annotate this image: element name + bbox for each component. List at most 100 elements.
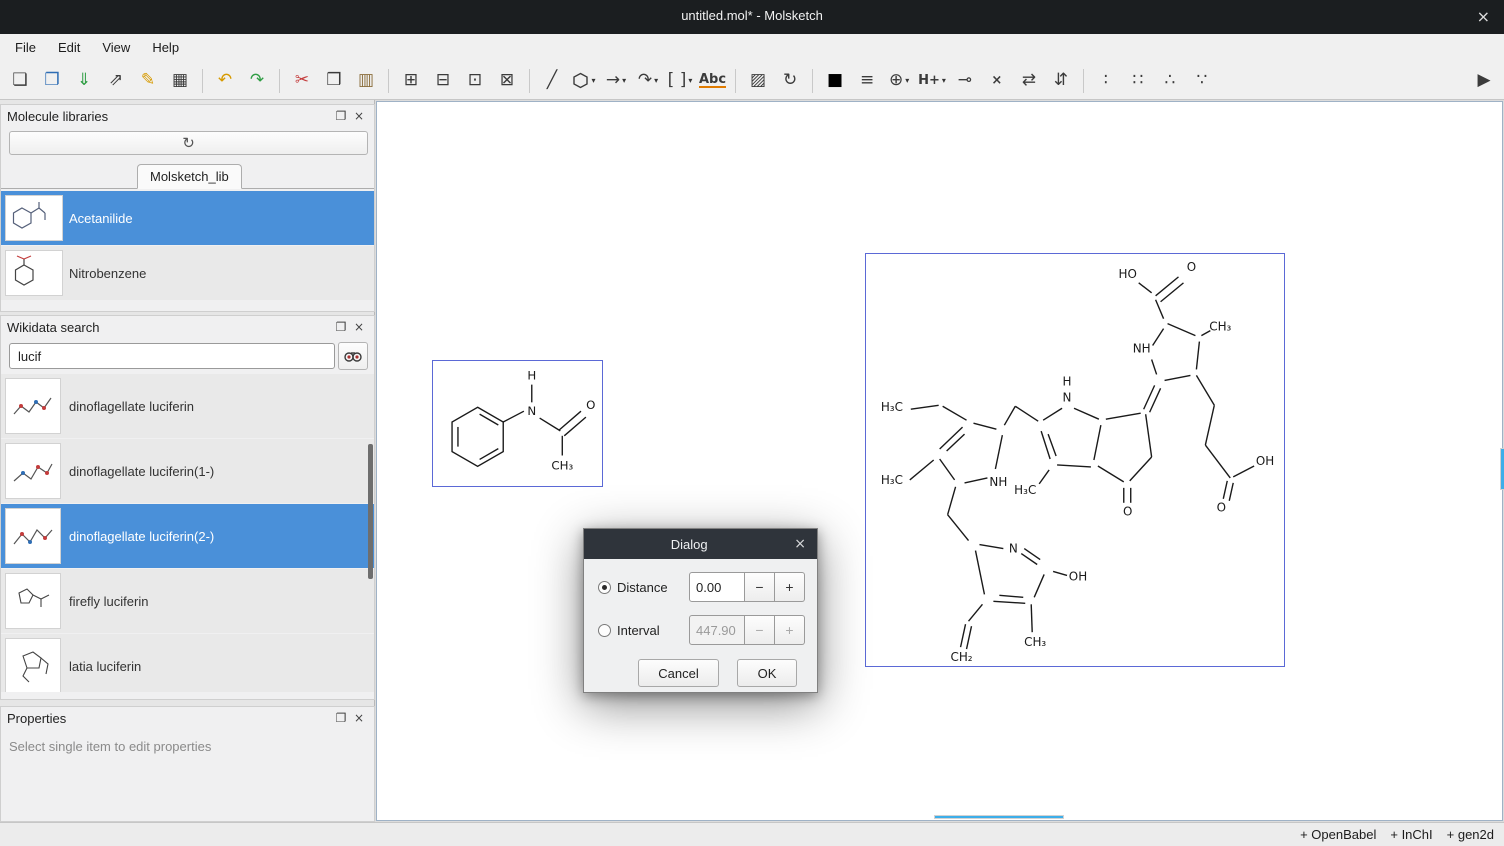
ok-button[interactable]: OK xyxy=(737,659,797,687)
window-title: untitled.mol* - Molsketch xyxy=(0,8,1504,23)
edit-document-button[interactable]: ✎ xyxy=(132,66,164,96)
open-file-button[interactable]: ❐ xyxy=(36,66,68,96)
scrollbar-thumb[interactable] xyxy=(934,815,1064,819)
draw-ring-button[interactable]: ▾ xyxy=(568,66,600,96)
toolbar-separator xyxy=(388,69,389,93)
refresh-libraries-button[interactable]: ↻ xyxy=(9,131,368,155)
scrollbar-thumb[interactable] xyxy=(1500,448,1504,490)
flip-vertical-button[interactable]: ⇵ xyxy=(1045,66,1077,96)
paste-button[interactable]: ▥ xyxy=(350,66,382,96)
cancel-button[interactable]: Cancel xyxy=(638,659,719,687)
zoom-in-button[interactable]: ⊞ xyxy=(395,66,427,96)
distribute-horizontal-button[interactable]: ∵ xyxy=(1186,66,1218,96)
cut-button[interactable]: ✂ xyxy=(286,66,318,96)
draw-curved-arrow-icon: ↷ xyxy=(638,72,652,89)
properties-close-button[interactable]: × xyxy=(350,711,368,725)
binoculars-search-icon xyxy=(344,349,362,363)
draw-bond-button[interactable]: ╱ xyxy=(536,66,568,96)
ring-tool-icon xyxy=(572,72,589,89)
toolbar-overflow-button[interactable]: ▶ xyxy=(1468,66,1500,96)
new-document-button[interactable]: ❏ xyxy=(4,66,36,96)
redo-button[interactable]: ↷ xyxy=(241,66,273,96)
delete-tool-button[interactable]: × xyxy=(981,66,1013,96)
distance-input[interactable] xyxy=(689,572,745,602)
save-as-button[interactable]: ▦ xyxy=(164,66,196,96)
line-width-button[interactable]: ≡ xyxy=(851,66,883,96)
statusbar: + OpenBabel + InChI + gen2d xyxy=(0,822,1504,846)
text-tool-button[interactable]: Abc xyxy=(696,66,729,96)
dropdown-caret[interactable]: ▾ xyxy=(654,76,658,85)
draw-arrow-button[interactable]: →▾ xyxy=(600,66,632,96)
wikidata-search-header: Wikidata search ❐ × xyxy=(1,316,374,338)
canvas-horizontal-scrollbar[interactable] xyxy=(377,815,1497,819)
molecule-thumbnail xyxy=(5,378,61,434)
wikidata-item-dinoflagellate-luciferin-1[interactable]: dinoflagellate luciferin(1-) xyxy=(1,439,374,503)
copy-button[interactable]: ❒ xyxy=(318,66,350,96)
charge-tool-button[interactable]: ⊕▾ xyxy=(883,66,915,96)
wikidata-item-dinoflagellate-luciferin[interactable]: dinoflagellate luciferin xyxy=(1,374,374,438)
menu-edit[interactable]: Edit xyxy=(47,34,91,62)
distance-decrement-button[interactable]: − xyxy=(745,572,775,602)
dropdown-caret[interactable]: ▾ xyxy=(905,76,909,85)
svg-text:O: O xyxy=(1217,501,1226,515)
distribute-vertical-button[interactable]: ∴ xyxy=(1154,66,1186,96)
distance-radio[interactable] xyxy=(598,581,611,594)
flip-horizontal-button[interactable]: ⇄ xyxy=(1013,66,1045,96)
library-item-acetanilide[interactable]: Acetanilide xyxy=(1,191,374,245)
dialog-titlebar[interactable]: Dialog × xyxy=(584,529,817,559)
dialog-close-button[interactable]: × xyxy=(794,536,817,552)
dropdown-caret[interactable]: ▾ xyxy=(622,76,626,85)
lone-pair-tool-button[interactable]: ⊸ xyxy=(949,66,981,96)
wikidata-item-label: firefly luciferin xyxy=(69,594,148,609)
menu-help[interactable]: Help xyxy=(141,34,190,62)
rotate-tool-button[interactable]: ↻ xyxy=(774,66,806,96)
library-item-nitrobenzene[interactable]: Nitrobenzene xyxy=(1,246,374,300)
svg-text:CH₂: CH₂ xyxy=(950,650,972,664)
tab-molsketch-lib[interactable]: Molsketch_lib xyxy=(137,164,242,189)
save-file-icon: ⇓ xyxy=(77,72,91,89)
svg-text:O: O xyxy=(1187,260,1196,274)
plugin-openbabel: + OpenBabel xyxy=(1300,827,1376,842)
molecule-selection-rectangle[interactable]: HO O NH CH₃ H₃C H₃C NH H N H₃C O OH O N … xyxy=(865,253,1285,667)
zoom-out-button[interactable]: ⊟ xyxy=(427,66,459,96)
wikidata-item-latia-luciferin[interactable]: latia luciferin xyxy=(1,634,374,692)
dropdown-caret[interactable]: ▾ xyxy=(688,76,692,85)
libraries-float-button[interactable]: ❐ xyxy=(332,109,350,123)
save-file-button[interactable]: ⇓ xyxy=(68,66,100,96)
dropdown-caret[interactable]: ▾ xyxy=(942,76,946,85)
wikidata-item-dinoflagellate-luciferin-2[interactable]: dinoflagellate luciferin(2-) xyxy=(1,504,374,568)
libraries-close-button[interactable]: × xyxy=(350,109,368,123)
canvas-vertical-scrollbar[interactable] xyxy=(1496,102,1501,820)
window-close-button[interactable]: × xyxy=(1477,7,1490,26)
menu-file[interactable]: File xyxy=(4,34,47,62)
draw-bracket-button[interactable]: [ ]▾ xyxy=(664,66,696,96)
interval-decrement-button: − xyxy=(745,615,775,645)
export-file-button[interactable]: ⇗ xyxy=(100,66,132,96)
wikidata-search-button[interactable] xyxy=(338,342,368,370)
hatch-tool-button[interactable]: ▨ xyxy=(742,66,774,96)
zoom-fit-button[interactable]: ⊠ xyxy=(491,66,523,96)
panel-title: Wikidata search xyxy=(7,320,332,335)
dropdown-caret[interactable]: ▾ xyxy=(591,76,595,85)
distance-increment-button[interactable]: + xyxy=(775,572,805,602)
menu-view[interactable]: View xyxy=(91,34,141,62)
hydrogen-tool-button[interactable]: H+▾ xyxy=(915,66,949,96)
wikidata-list-scrollbar[interactable] xyxy=(368,444,373,579)
acetanilide-selection-rectangle[interactable]: H N O CH₃ xyxy=(432,360,603,487)
open-file-icon: ❐ xyxy=(44,72,59,89)
wikidata-search-input[interactable] xyxy=(9,343,335,369)
wikidata-close-button[interactable]: × xyxy=(350,320,368,334)
draw-curved-arrow-button[interactable]: ↷▾ xyxy=(632,66,664,96)
color-picker-button[interactable]: ■ xyxy=(819,66,851,96)
wikidata-item-firefly-luciferin[interactable]: firefly luciferin xyxy=(1,569,374,633)
interval-input xyxy=(689,615,745,645)
drawing-canvas[interactable]: H N O CH₃ xyxy=(376,101,1503,821)
align-vertical-button[interactable]: ∶ xyxy=(1090,66,1122,96)
zoom-original-button[interactable]: ⊡ xyxy=(459,66,491,96)
undo-button[interactable]: ↶ xyxy=(209,66,241,96)
interval-radio[interactable] xyxy=(598,624,611,637)
cut-icon: ✂ xyxy=(295,72,309,89)
wikidata-float-button[interactable]: ❐ xyxy=(332,320,350,334)
align-horizontal-button[interactable]: ∷ xyxy=(1122,66,1154,96)
properties-float-button[interactable]: ❐ xyxy=(332,711,350,725)
